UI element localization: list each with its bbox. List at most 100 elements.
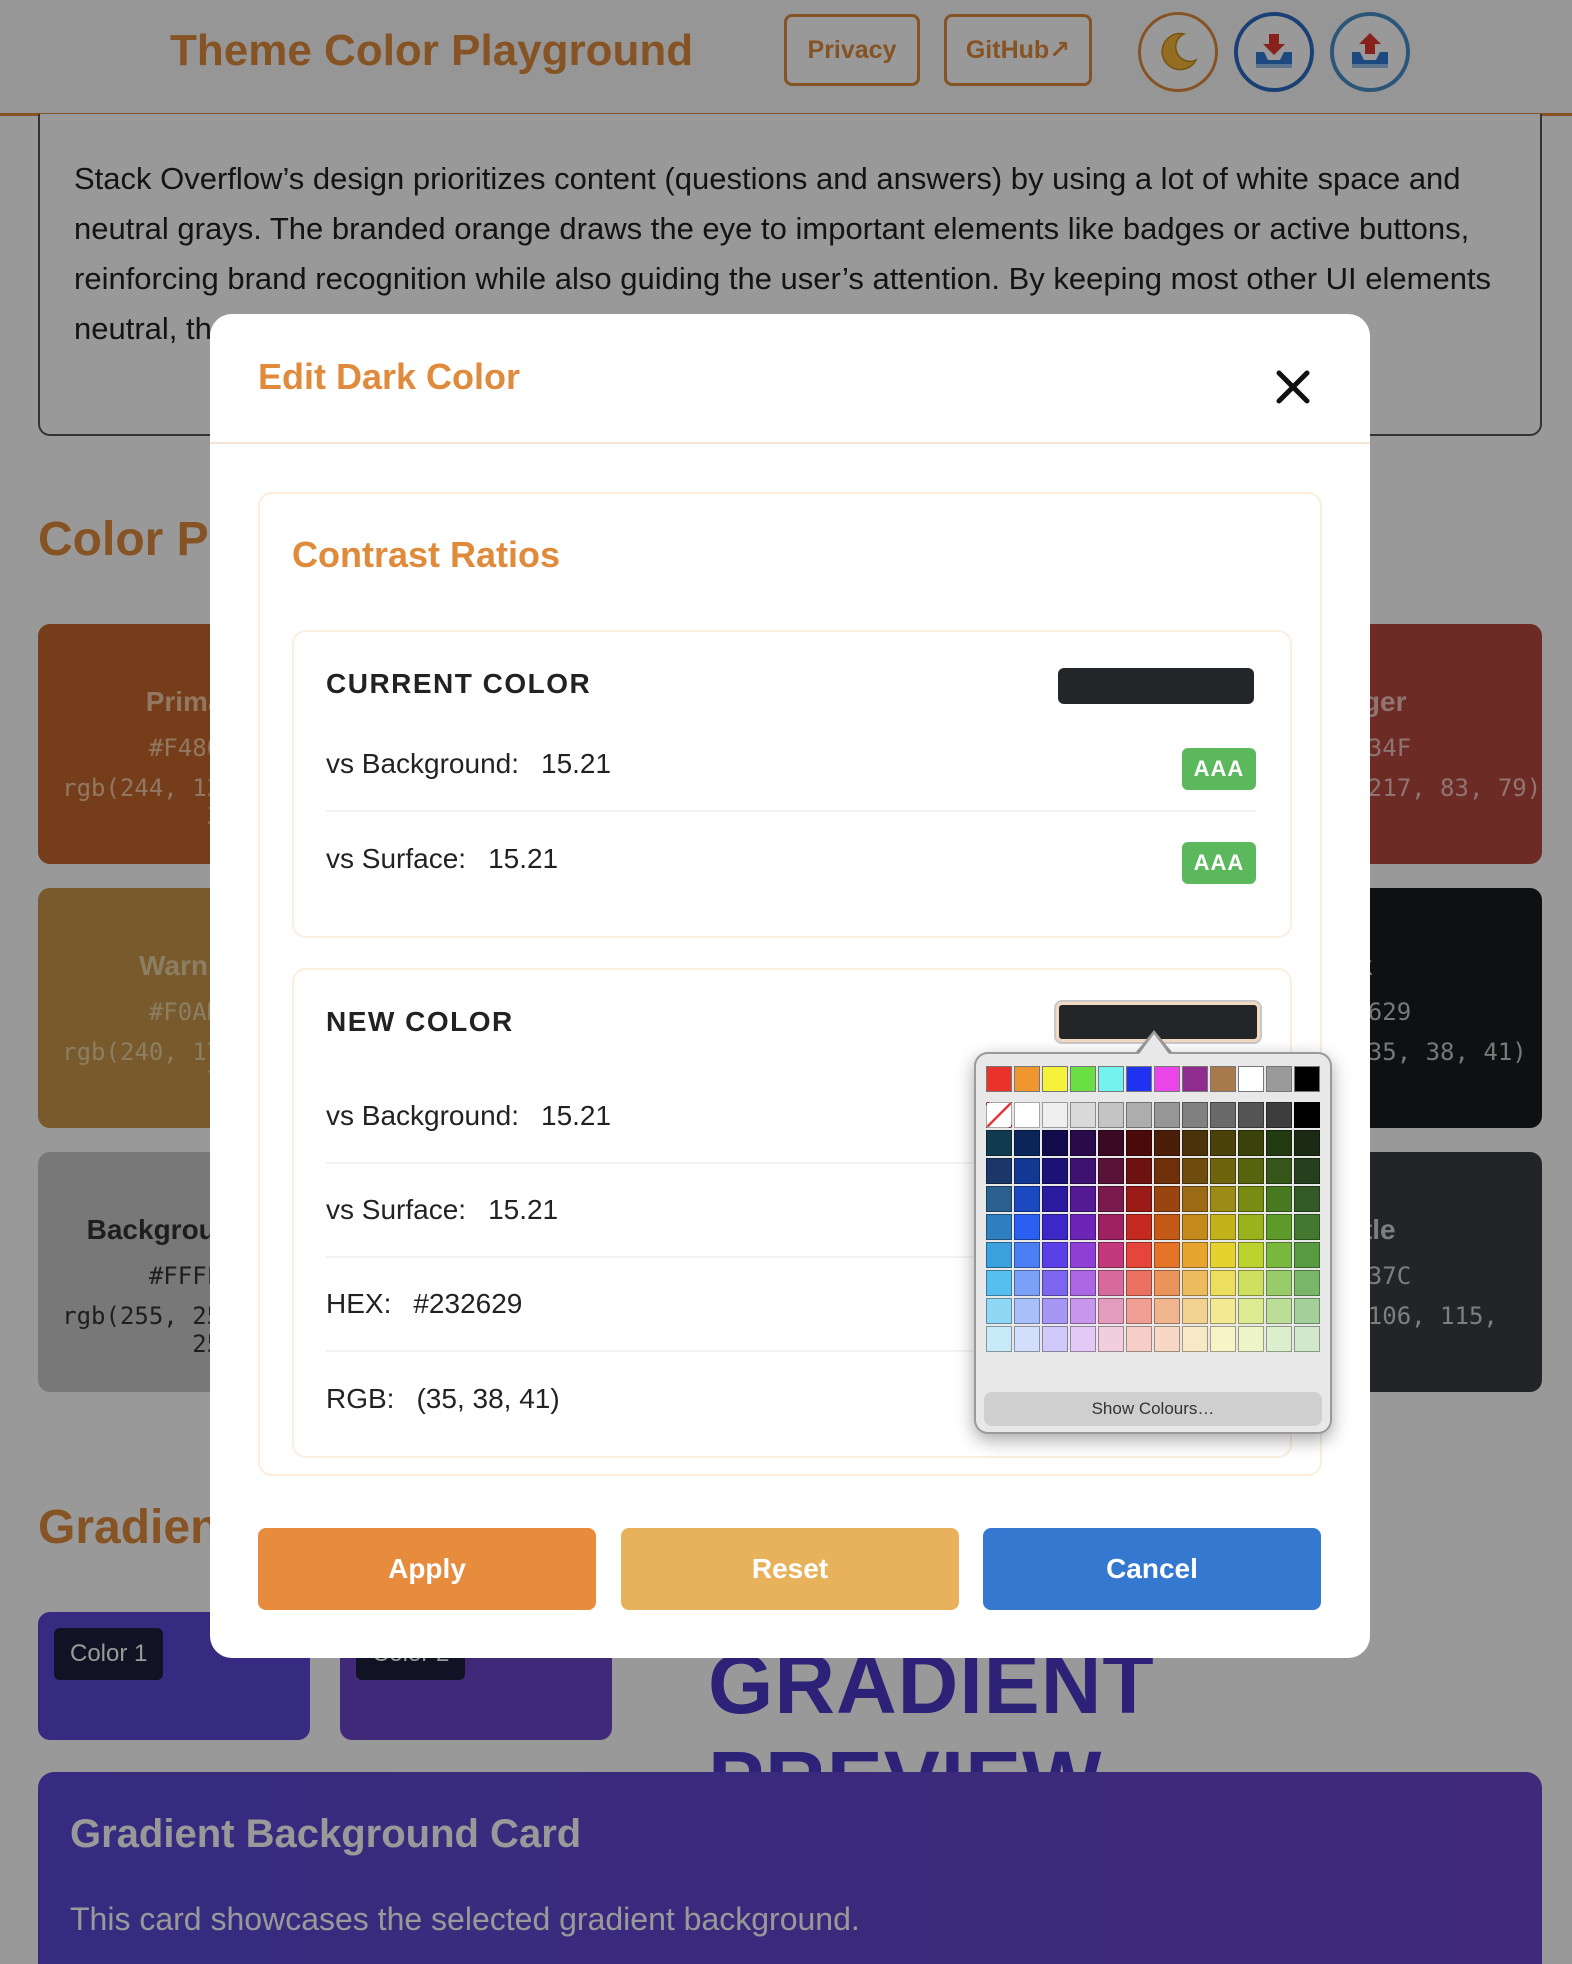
color-grid-swatch[interactable] [1266,1186,1292,1212]
color-grid-swatch[interactable] [1210,1158,1236,1184]
color-grid-swatch[interactable] [1126,1326,1152,1352]
color-grid-swatch[interactable] [1294,1326,1320,1352]
color-grid-swatch[interactable] [1238,1186,1264,1212]
color-grid-swatch[interactable] [986,1186,1012,1212]
preset-color-swatch[interactable] [1238,1066,1264,1092]
color-grid-swatch[interactable] [1042,1102,1068,1128]
color-grid-swatch[interactable] [1154,1270,1180,1296]
color-grid-swatch[interactable] [1014,1214,1040,1240]
color-grid-swatch[interactable] [1210,1326,1236,1352]
apply-button[interactable]: Apply [258,1528,596,1610]
color-grid-swatch[interactable] [1098,1298,1124,1324]
color-grid-swatch[interactable] [1126,1298,1152,1324]
color-grid-swatch[interactable] [1042,1298,1068,1324]
cancel-button[interactable]: Cancel [983,1528,1321,1610]
color-grid-swatch[interactable] [1238,1242,1264,1268]
color-grid-swatch[interactable] [1042,1326,1068,1352]
color-grid-swatch[interactable] [1070,1298,1096,1324]
color-grid-swatch[interactable] [1070,1186,1096,1212]
color-grid-swatch[interactable] [1098,1326,1124,1352]
color-grid-swatch[interactable] [1182,1186,1208,1212]
color-grid-swatch[interactable] [1014,1158,1040,1184]
color-grid-swatch[interactable] [1182,1214,1208,1240]
color-grid-swatch[interactable] [1210,1102,1236,1128]
color-grid-swatch[interactable] [1266,1214,1292,1240]
color-grid-swatch[interactable] [1266,1270,1292,1296]
color-grid-swatch[interactable] [1014,1270,1040,1296]
color-grid-swatch[interactable] [1014,1242,1040,1268]
color-grid-swatch[interactable] [1238,1270,1264,1296]
color-grid-swatch[interactable] [1182,1158,1208,1184]
color-grid-swatch[interactable] [1238,1158,1264,1184]
color-grid-swatch[interactable] [1042,1214,1068,1240]
color-grid-swatch[interactable] [1182,1242,1208,1268]
color-grid-swatch[interactable] [1126,1270,1152,1296]
color-grid-swatch[interactable] [1294,1270,1320,1296]
color-grid-swatch[interactable] [1154,1298,1180,1324]
color-grid-swatch[interactable] [986,1158,1012,1184]
color-grid-swatch[interactable] [1294,1186,1320,1212]
color-grid-swatch[interactable] [1238,1298,1264,1324]
preset-color-swatch[interactable] [1182,1066,1208,1092]
color-grid-swatch[interactable] [1126,1242,1152,1268]
color-grid-swatch[interactable] [1098,1270,1124,1296]
color-grid-swatch[interactable] [1042,1158,1068,1184]
color-grid-swatch[interactable] [1126,1186,1152,1212]
preset-color-swatch[interactable] [1154,1066,1180,1092]
color-grid-swatch[interactable] [1154,1102,1180,1128]
color-grid-swatch[interactable] [1126,1130,1152,1156]
reset-button[interactable]: Reset [621,1528,959,1610]
color-grid-swatch[interactable] [1070,1158,1096,1184]
color-grid-swatch[interactable] [1182,1130,1208,1156]
color-grid-swatch[interactable] [1238,1326,1264,1352]
preset-color-swatch[interactable] [1042,1066,1068,1092]
color-grid-swatch[interactable] [1238,1214,1264,1240]
color-grid-swatch[interactable] [1154,1130,1180,1156]
color-grid-swatch[interactable] [1266,1326,1292,1352]
color-grid-swatch[interactable] [1098,1102,1124,1128]
show-colours-button[interactable]: Show Colours… [984,1392,1322,1426]
color-grid-swatch[interactable] [1238,1130,1264,1156]
color-grid-swatch[interactable] [1182,1298,1208,1324]
color-grid-swatch[interactable] [1014,1130,1040,1156]
color-grid-swatch[interactable] [1266,1242,1292,1268]
color-grid-swatch[interactable] [1042,1130,1068,1156]
color-grid-swatch[interactable] [1266,1102,1292,1128]
color-grid-swatch[interactable] [1266,1130,1292,1156]
color-grid-swatch[interactable] [1210,1298,1236,1324]
color-grid-swatch[interactable] [1070,1242,1096,1268]
color-grid-swatch[interactable] [1294,1130,1320,1156]
color-grid-swatch[interactable] [1098,1214,1124,1240]
preset-color-swatch[interactable] [1210,1066,1236,1092]
color-grid-swatch[interactable] [1182,1102,1208,1128]
color-grid-swatch[interactable] [1014,1186,1040,1212]
color-grid-swatch[interactable] [986,1214,1012,1240]
color-grid-swatch[interactable] [1042,1186,1068,1212]
color-grid-swatch[interactable] [1210,1214,1236,1240]
color-grid-swatch[interactable] [1098,1130,1124,1156]
color-grid-swatch[interactable] [1266,1158,1292,1184]
preset-color-swatch[interactable] [1070,1066,1096,1092]
color-grid-swatch[interactable] [1154,1326,1180,1352]
color-grid-swatch[interactable] [1154,1158,1180,1184]
color-grid-swatch[interactable] [1154,1214,1180,1240]
color-grid-swatch[interactable] [1098,1158,1124,1184]
color-grid-swatch[interactable] [1210,1186,1236,1212]
color-grid-swatch[interactable] [1182,1270,1208,1296]
color-grid-swatch[interactable] [1070,1270,1096,1296]
color-grid-swatch[interactable] [1126,1158,1152,1184]
color-grid-swatch[interactable] [1014,1326,1040,1352]
color-grid-swatch[interactable] [986,1130,1012,1156]
color-grid-swatch[interactable] [1294,1158,1320,1184]
color-grid-swatch[interactable] [986,1326,1012,1352]
color-grid-swatch[interactable] [1182,1326,1208,1352]
color-grid-swatch[interactable] [1070,1214,1096,1240]
color-grid-swatch[interactable] [1294,1214,1320,1240]
color-grid-swatch[interactable] [1154,1242,1180,1268]
close-button[interactable] [1268,362,1318,412]
preset-color-swatch[interactable] [1294,1066,1320,1092]
color-grid-swatch[interactable] [1042,1270,1068,1296]
color-grid-swatch[interactable] [1098,1242,1124,1268]
color-grid-swatch[interactable] [1126,1214,1152,1240]
color-grid-swatch[interactable] [1294,1102,1320,1128]
